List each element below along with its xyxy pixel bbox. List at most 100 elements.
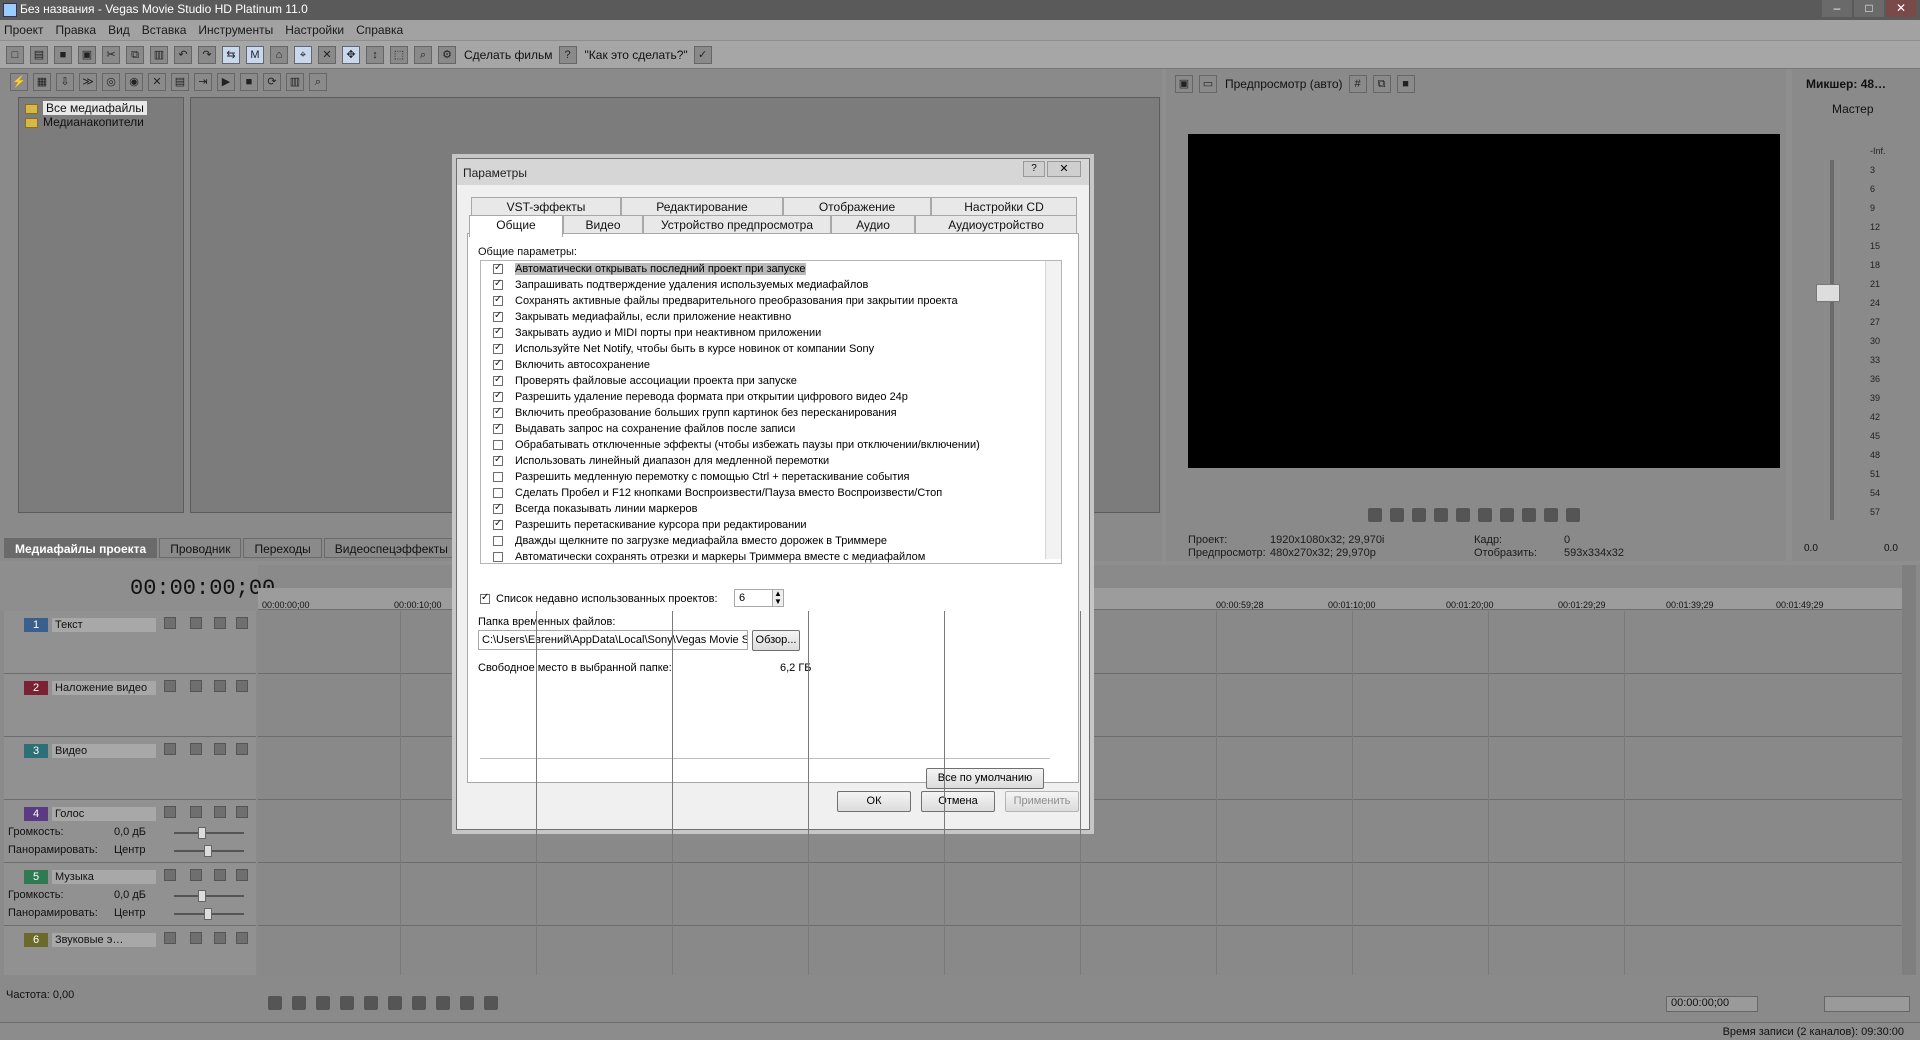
option-checkbox[interactable] xyxy=(493,440,503,450)
remove-media-icon[interactable]: ✕ xyxy=(148,73,166,91)
envelope-icon[interactable]: M xyxy=(246,45,264,64)
track-header[interactable]: 5 Музыка Громкость: 0,0 дБ Панорамировать: Це… xyxy=(4,863,256,926)
pause-icon[interactable] xyxy=(1456,508,1470,522)
track-fx-icon[interactable] xyxy=(190,806,202,818)
track-motion-icon[interactable] xyxy=(164,617,176,629)
mute-icon[interactable] xyxy=(214,806,226,818)
track-fx-icon[interactable] xyxy=(190,680,202,692)
tab-editing[interactable]: Редактирование xyxy=(621,197,783,217)
search-icon[interactable]: ⌕ xyxy=(309,73,327,91)
import-media-icon[interactable]: ⚡ xyxy=(10,73,28,91)
solo-icon[interactable] xyxy=(236,680,248,692)
track-motion-icon[interactable] xyxy=(164,932,176,944)
tab-vst-effects[interactable]: VST-эффекты xyxy=(471,197,621,217)
track-name[interactable]: Видео xyxy=(52,744,156,758)
envelope-tool-icon[interactable]: ↕ xyxy=(366,45,384,64)
solo-icon[interactable] xyxy=(236,932,248,944)
option-checkbox[interactable] xyxy=(493,488,503,498)
timeline-vertical-scrollbar[interactable] xyxy=(1902,565,1916,985)
auto-crossfade-icon[interactable]: ✕ xyxy=(318,45,336,64)
tab-general[interactable]: Общие xyxy=(469,215,563,237)
selection-tool-icon[interactable]: ⬚ xyxy=(390,45,408,64)
open-icon[interactable]: ▤ xyxy=(30,45,48,64)
track-name[interactable]: Звуковые э… xyxy=(52,933,156,947)
recent-projects-spinner[interactable]: ▲ ▼ xyxy=(772,589,784,607)
volume-slider[interactable] xyxy=(174,890,244,902)
mute-icon[interactable] xyxy=(214,869,226,881)
mute-icon[interactable] xyxy=(214,743,226,755)
play-from-start-icon[interactable] xyxy=(316,996,330,1010)
zoom-tool-icon[interactable]: ⌕ xyxy=(414,45,432,64)
solo-icon[interactable] xyxy=(236,743,248,755)
redo-icon[interactable]: ↷ xyxy=(198,45,216,64)
solo-icon[interactable] xyxy=(236,869,248,881)
save-snapshot-icon[interactable]: ■ xyxy=(1396,75,1415,93)
tab-project-media[interactable]: Медиафайлы проекта xyxy=(4,538,158,558)
track-header[interactable]: 3 Видео xyxy=(4,737,256,800)
option-checkbox[interactable] xyxy=(493,278,503,290)
tab-display[interactable]: Отображение xyxy=(783,197,931,217)
overlays-icon[interactable]: # xyxy=(1348,75,1367,93)
how-to-icon[interactable]: ? xyxy=(558,45,577,64)
media-properties-icon[interactable]: ▤ xyxy=(171,73,189,91)
track-fx-icon[interactable] xyxy=(190,617,202,629)
track-name[interactable]: Текст xyxy=(52,618,156,632)
snapping-icon[interactable]: ⌖ xyxy=(294,45,312,64)
tab-video[interactable]: Видео xyxy=(563,215,643,235)
temp-folder-input[interactable]: C:\Users\Евгений\AppData\Local\Sony\Vega… xyxy=(478,630,748,650)
pause-icon[interactable] xyxy=(364,996,378,1010)
track-fx-icon[interactable] xyxy=(190,743,202,755)
normal-edit-tool-icon[interactable]: ✥ xyxy=(342,45,360,64)
solo-icon[interactable] xyxy=(236,617,248,629)
copy-icon[interactable]: ⧉ xyxy=(126,45,144,64)
option-checkbox[interactable] xyxy=(493,262,503,274)
tab-audio-device[interactable]: Аудиоустройство xyxy=(915,215,1077,235)
how-to-button[interactable]: "Как это сделать?" xyxy=(585,48,688,62)
option-checkbox[interactable] xyxy=(493,536,503,546)
close-button[interactable]: ✕ xyxy=(1886,0,1916,17)
track-motion-icon[interactable] xyxy=(164,680,176,692)
auto-preview-icon[interactable]: ⟳ xyxy=(263,73,281,91)
tab-cd-settings[interactable]: Настройки CD xyxy=(931,197,1077,217)
web-media-icon[interactable]: ◎ xyxy=(102,73,120,91)
track-name[interactable]: Голос xyxy=(52,807,156,821)
option-checkbox[interactable] xyxy=(493,294,503,306)
mute-icon[interactable] xyxy=(214,680,226,692)
go-to-start-icon[interactable] xyxy=(1500,508,1514,522)
pan-slider[interactable] xyxy=(174,845,244,857)
track-motion-icon[interactable] xyxy=(164,869,176,881)
paste-icon[interactable]: ▥ xyxy=(150,45,168,64)
pan-slider-knob[interactable] xyxy=(204,908,212,920)
option-checkbox[interactable] xyxy=(493,310,503,322)
play-icon[interactable] xyxy=(1434,508,1448,522)
tree-item-media-bins[interactable]: Медианакопители xyxy=(43,115,144,129)
loop-icon[interactable] xyxy=(292,996,306,1010)
tree-item-all-media[interactable]: Все медиафайлы xyxy=(43,101,147,115)
recent-projects-count-input[interactable]: 6 xyxy=(734,589,774,607)
undo-icon[interactable]: ↶ xyxy=(174,45,192,64)
record-icon[interactable] xyxy=(1368,508,1382,522)
new-project-icon[interactable]: □ xyxy=(6,45,24,64)
option-checkbox[interactable] xyxy=(493,342,503,354)
dialog-close-button[interactable]: ✕ xyxy=(1047,161,1081,177)
option-checkbox[interactable] xyxy=(493,552,503,562)
volume-slider[interactable] xyxy=(174,827,244,839)
menu-project[interactable]: Проект xyxy=(4,23,44,37)
mute-icon[interactable] xyxy=(214,617,226,629)
loop-icon[interactable] xyxy=(1390,508,1404,522)
track-name[interactable]: Наложение видео xyxy=(52,681,156,695)
preview-quality-dropdown[interactable]: Предпросмотр (авто) xyxy=(1225,77,1343,91)
option-checkbox[interactable] xyxy=(493,358,503,370)
menu-options[interactable]: Настройки xyxy=(285,23,344,37)
play-media-icon[interactable]: ▶ xyxy=(217,73,235,91)
external-monitor-icon[interactable]: ▭ xyxy=(1199,75,1217,93)
extract-audio-icon[interactable]: ≫ xyxy=(79,73,97,91)
browse-button[interactable]: Обзор... xyxy=(752,630,800,651)
menu-help[interactable]: Справка xyxy=(356,23,403,37)
track-header[interactable]: 2 Наложение видео xyxy=(4,674,256,737)
whats-this-icon[interactable]: ✓ xyxy=(693,45,712,64)
stop-icon[interactable] xyxy=(388,996,402,1010)
stop-media-icon[interactable]: ■ xyxy=(240,73,258,91)
tab-audio[interactable]: Аудио xyxy=(831,215,915,235)
record-icon[interactable] xyxy=(268,996,282,1010)
